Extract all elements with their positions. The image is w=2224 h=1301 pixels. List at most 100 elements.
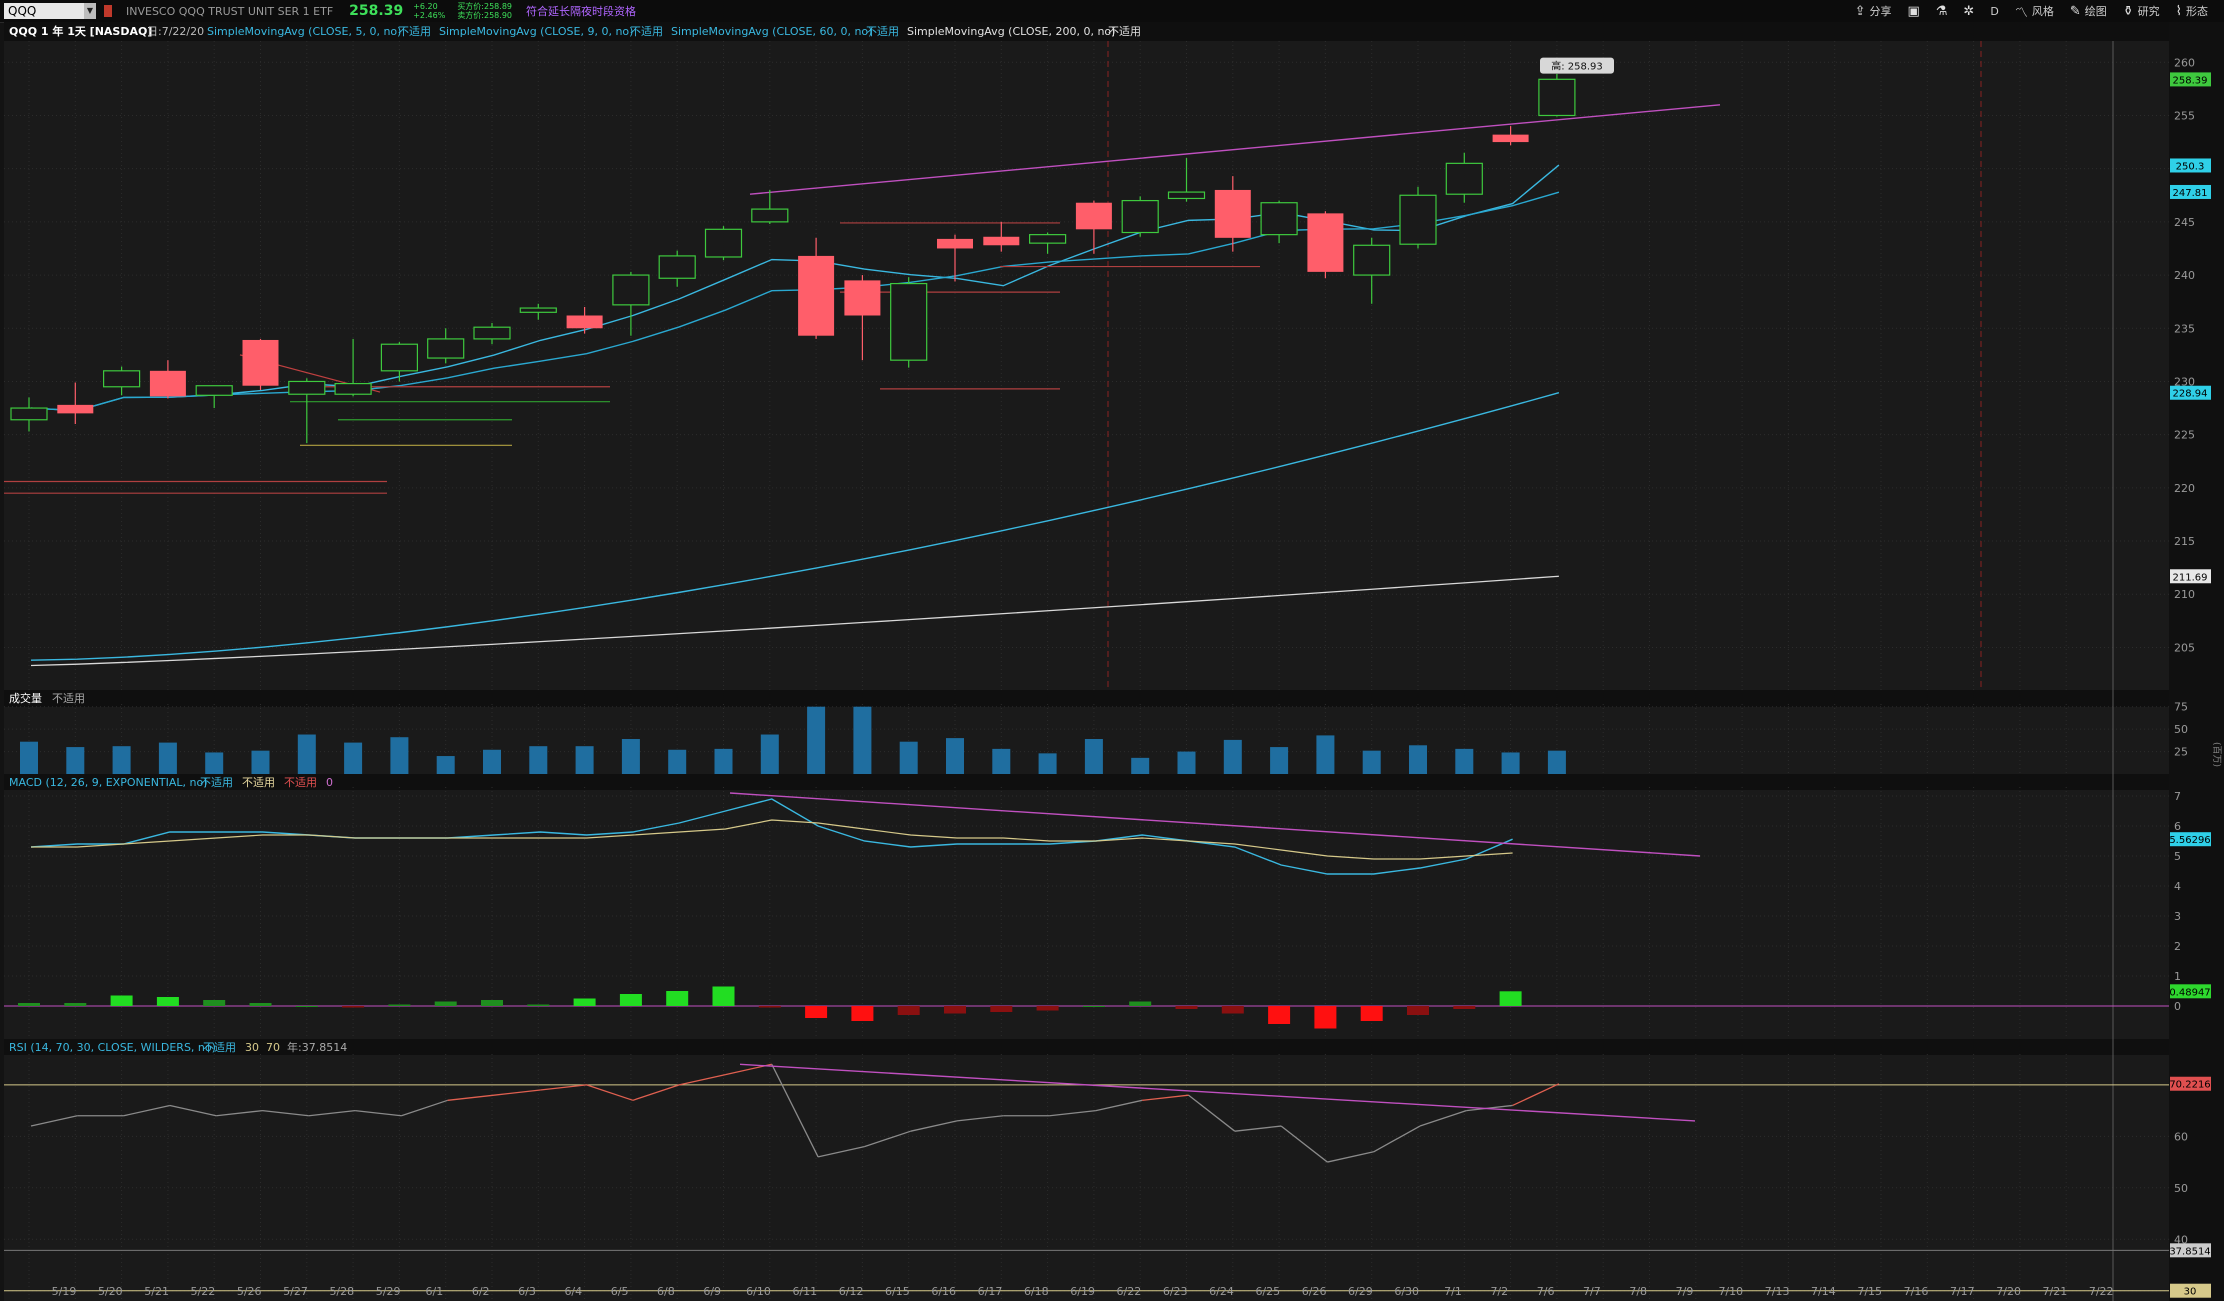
rsi-label[interactable]: RSI (14, 70, 30, CLOSE, WILDERS, no) [9,1041,216,1054]
style-button[interactable]: 〽风格 [2015,2,2054,21]
flask-button[interactable]: ⚗ [1936,4,1948,19]
volume-bar [1455,748,1474,774]
date-tick-label: 5/26 [237,1285,262,1298]
patterns-button[interactable]: ⌇ 形态 [2176,3,2208,19]
price-value-badge: 258.39 [2173,75,2208,86]
date-tick-label: 6/12 [839,1285,864,1298]
bid-ask-block: 买方价:258.89 卖方价:258.90 [457,2,512,20]
macd-label[interactable]: MACD (12, 26, 9, EXPONENTIAL, no) [9,776,208,789]
volume-bar [1316,735,1335,774]
chart-title: QQQ 1 年 1天 [NASDAQ] [9,24,152,38]
chart-menu-button[interactable]: ▣ [1907,4,1919,19]
sma9-value: 不适用 [630,25,663,38]
ask-price: 卖方价:258.90 [457,11,512,20]
date-tick-label: 6/9 [703,1285,721,1298]
macd-histogram-bar [527,1004,550,1006]
macd-histogram-bar [1314,1006,1337,1029]
volume-bar [1084,739,1103,774]
volume-header-strip [4,690,2169,707]
period-button[interactable]: D [1990,5,1998,18]
candle-body [102,370,141,388]
sma60-label[interactable]: SimpleMovingAvg (CLOSE, 60, 0, no) [671,25,872,38]
candle-body [890,282,928,361]
price-axis-strip[interactable] [2169,22,2224,1301]
rsi-legend: RSI (14, 70, 30, CLOSE, WILDERS, no) 不适用… [9,1040,347,1054]
macd-histogram-bar [712,986,735,1006]
chart-area[interactable]: QQQ 1 年 1天 [NASDAQ] 日:7/22/20 SimpleMovi… [0,22,2224,1301]
settings-button[interactable]: ✲ [1963,4,1974,19]
header-bar: QQQ ▼ INVESCO QQQ TRUST UNIT SER 1 ETF 2… [0,0,2224,23]
studies-button[interactable]: ⚱ 研究 [2123,3,2160,19]
price-tick-label: 205 [2174,641,2195,654]
date-tick-label: 6/5 [611,1285,629,1298]
candle-body [473,326,511,340]
price-value-badge: 228.94 [2173,389,2208,400]
macd-histogram-bar [64,1003,87,1006]
date-tick-label: 7/16 [1904,1285,1929,1298]
date-tick-label: 5/19 [52,1285,77,1298]
macd-avg-value: 不适用 [242,776,275,789]
macd-legend: MACD (12, 26, 9, EXPONENTIAL, no) 不适用 不适… [9,776,333,789]
drawing-button[interactable]: ✎ 绘图 [2070,3,2107,19]
sma5-value: 不适用 [398,25,431,38]
candle-body [242,339,279,386]
macd-value: 不适用 [200,776,233,789]
date-tick-label: 6/26 [1302,1285,1327,1298]
symbol-input[interactable]: QQQ ▼ [4,3,96,19]
symbol-dropdown-icon[interactable]: ▼ [84,3,96,19]
sma200-label[interactable]: SimpleMovingAvg (CLOSE, 200, 0, no) [907,25,1115,38]
chart-date-label: 日:7/22/20 [147,25,204,38]
price-tick-label: 240 [2174,269,2195,282]
volume-bar [853,706,872,774]
macd-histogram-bar [990,1006,1013,1012]
candle-body [937,238,973,249]
volume-bar [1038,753,1057,774]
symbol-description: INVESCO QQQ TRUST UNIT SER 1 ETF [126,4,334,18]
macd-histogram-bar [619,994,642,1006]
volume-bar [807,706,826,774]
sma5-label[interactable]: SimpleMovingAvg (CLOSE, 5, 0, no) [207,25,401,38]
bid-price: 买方价:258.89 [457,2,512,11]
candle-body [519,307,557,313]
volume-bar [946,738,964,774]
price-tick-label: 260 [2174,56,2195,69]
candle-body [195,385,233,396]
macd-tick-label: 7 [2174,790,2181,803]
macd-tick-label: 4 [2174,880,2181,893]
macd-histogram-bar [481,1000,503,1006]
candle-body [1214,189,1251,238]
rsi-value-badge: 37.8514 [2169,1246,2210,1257]
macd-panel-bg [4,787,2169,1039]
date-tick-label: 5/29 [376,1285,401,1298]
candle-body [1260,202,1298,236]
date-tick-label: 7/13 [1765,1285,1790,1298]
patterns-label: 形态 [2186,5,2208,18]
date-tick-label: 6/17 [978,1285,1003,1298]
date-tick-label: 6/10 [746,1285,771,1298]
price-tick-label: 245 [2174,216,2195,229]
volume-label[interactable]: 成交量 [9,691,42,705]
pencil-icon: ✎ [2069,3,2081,19]
style-label: 风格 [2031,5,2054,18]
candle-body [10,407,48,421]
macd-histogram-bar [18,1003,40,1006]
date-tick-label: 6/24 [1209,1285,1234,1298]
date-tick-label: 7/14 [1811,1285,1836,1298]
candle-body [380,343,418,372]
macd-histogram-bar [1036,1006,1059,1011]
high-callout-text: 高: 258.93 [1551,60,1603,73]
macd-histogram-bar [897,1006,920,1015]
date-tick-label: 7/17 [1950,1285,1975,1298]
date-tick-label: 7/22 [2089,1285,2114,1298]
date-tick-label: 7/15 [1857,1285,1882,1298]
volume-bar [1409,745,1427,774]
macd-histogram-bar [295,1006,318,1007]
sma9-label[interactable]: SimpleMovingAvg (CLOSE, 9, 0, no) [439,25,633,38]
link-icon[interactable] [104,5,112,17]
volume-bar [1223,739,1242,774]
sma60-value: 不适用 [866,25,899,38]
macd-histogram-bar [1453,1006,1476,1009]
price-value-badge: 250.3 [2176,161,2205,172]
share-button[interactable]: ⇪ 分享 [1855,3,1892,19]
date-tick-label: 7/6 [1537,1285,1555,1298]
